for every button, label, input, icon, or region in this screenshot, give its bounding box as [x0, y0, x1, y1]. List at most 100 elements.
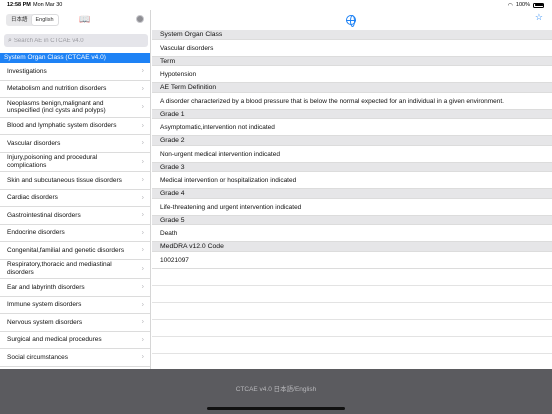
list-item[interactable]: Cardiac disorders ›: [0, 190, 150, 207]
chevron-right-icon: ›: [141, 103, 144, 111]
list-item[interactable]: Vascular disorders ›: [0, 135, 150, 153]
star-icon[interactable]: ☆: [535, 13, 543, 22]
detail-value-grade-2: Non-urgent medical intervention indicate…: [152, 145, 552, 163]
battery-icon: [533, 2, 544, 8]
status-right: ◠ 100%: [508, 2, 544, 9]
detail-value-grade-1: Asymptomatic,intervention not indicated: [152, 119, 552, 136]
section-header: System Organ Class (CTCAE v4.0): [0, 53, 150, 63]
search-bar[interactable]: ⌕: [4, 34, 148, 47]
search-input[interactable]: [13, 37, 139, 44]
detail-label-grade-3: Grade 3: [152, 162, 552, 172]
detail-label-grade-2: Grade 2: [152, 136, 552, 146]
chevron-right-icon: ›: [141, 211, 144, 219]
detail-label-meddra-code: MedDRA v12.0 Code: [152, 242, 552, 252]
list-item-label: Immune system disorders: [7, 301, 82, 308]
list-item[interactable]: Congenital,familial and genetic disorder…: [0, 242, 150, 260]
status-time: 12:58 PM: [7, 2, 31, 8]
list-item[interactable]: Skin and subcutaneous tissue disorders ›: [0, 172, 150, 190]
chevron-right-icon: ›: [141, 85, 144, 92]
detail-value-definition: A disorder characterized by a blood pres…: [152, 92, 552, 110]
home-indicator[interactable]: [207, 407, 345, 410]
detail-label-definition: AE Term Definition: [152, 83, 552, 93]
battery-percent: 100%: [515, 2, 530, 8]
list-item-label: Surgical and medical procedures: [7, 336, 102, 343]
list-item-label: Skin and subcutaneous tissue disorders: [7, 176, 122, 184]
detail-label-term: Term: [152, 56, 552, 66]
list-item-label: Social circumstances: [7, 353, 69, 361]
list-item[interactable]: Blood and lymphatic system disorders ›: [0, 118, 150, 135]
detail-table: System Organ Class Vascular disorders Te…: [152, 30, 552, 354]
chevron-right-icon: ›: [141, 301, 144, 308]
detail-value-term: Hypotension: [152, 66, 552, 83]
wifi-icon: ◠: [507, 2, 513, 9]
globe-icon[interactable]: [346, 15, 356, 27]
list-item[interactable]: Nervous system disorders ›: [0, 314, 150, 332]
chevron-right-icon: ›: [141, 176, 144, 184]
list-item-label: Vascular disorders: [7, 139, 61, 147]
list-item[interactable]: Surgical and medical procedures ›: [0, 332, 150, 349]
chevron-right-icon: ›: [141, 229, 144, 236]
list-item-label: Respiratory,thoracic and mediastinal dis…: [7, 261, 112, 276]
sidebar: 日本語 English 📖 ⌕ System Organ Class (CTCA…: [0, 10, 151, 369]
list-item-label: Injury,poisoning and procedural complica…: [7, 154, 98, 169]
detail-value-grade-4: Life-threatening and urgent intervention…: [152, 198, 552, 216]
list-item-label: Ear and labyrinth disorders: [7, 283, 85, 291]
status-date: Mon Mar 30: [33, 2, 63, 8]
list-item[interactable]: Social circumstances ›: [0, 349, 150, 367]
empty-row: [152, 320, 552, 337]
empty-row: [152, 303, 552, 320]
list-item[interactable]: Investigations ›: [0, 63, 150, 81]
list-item-label: Neoplasms benign,malignant and unspecifi…: [7, 99, 106, 115]
footer-text: CTCAE v4.0 日本語/English: [235, 386, 317, 393]
list-item-label: Blood and lymphatic system disorders: [7, 122, 117, 129]
list-item[interactable]: Ear and labyrinth disorders ›: [0, 279, 150, 297]
chevron-right-icon: ›: [141, 122, 144, 129]
book-icon[interactable]: 📖: [79, 15, 90, 24]
list-item[interactable]: Injury,poisoning and procedural complica…: [0, 153, 150, 172]
organ-class-list: Investigations › Metabolism and nutrition…: [0, 63, 150, 367]
detail-label-grade-5: Grade 5: [152, 215, 552, 225]
chevron-right-icon: ›: [141, 139, 144, 147]
empty-row: [152, 337, 552, 354]
empty-row: [152, 286, 552, 303]
chevron-right-icon: ›: [141, 283, 144, 291]
language-english-button[interactable]: English: [31, 15, 58, 25]
list-item-label: Metabolism and nutrition disorders: [7, 85, 107, 92]
list-item[interactable]: Gastrointestinal disorders ›: [0, 207, 150, 225]
empty-row: [152, 269, 552, 286]
list-item[interactable]: Endocrine disorders ›: [0, 225, 150, 242]
detail-label-system-organ-class: System Organ Class: [152, 30, 552, 40]
detail-value-grade-5: Death: [152, 225, 552, 242]
language-japanese-button[interactable]: 日本語: [7, 15, 32, 25]
language-segmented-control: 日本語 English: [6, 14, 59, 26]
chevron-right-icon: ›: [141, 246, 144, 254]
chevron-right-icon: ›: [141, 158, 144, 165]
detail-label-grade-1: Grade 1: [152, 109, 552, 119]
sidebar-toolbar: 日本語 English 📖: [0, 10, 150, 32]
detail-toolbar: ☆: [152, 10, 552, 30]
chevron-right-icon: ›: [141, 67, 144, 75]
chevron-right-icon: ›: [141, 265, 144, 272]
status-bar: 12:58 PM Mon Mar 30 ◠ 100%: [0, 0, 552, 10]
chevron-right-icon: ›: [141, 318, 144, 326]
chevron-right-icon: ›: [141, 336, 144, 343]
list-item[interactable]: Immune system disorders ›: [0, 297, 150, 314]
list-item[interactable]: Respiratory,thoracic and mediastinal dis…: [0, 260, 150, 279]
list-item-label: Congenital,familial and genetic disorder…: [7, 246, 125, 254]
detail-value-grade-3: Medical intervention or hospitalization …: [152, 172, 552, 189]
footer-bar: CTCAE v4.0 日本語/English: [0, 369, 552, 414]
detail-value-system-organ-class: Vascular disorders: [152, 39, 552, 57]
list-item[interactable]: Metabolism and nutrition disorders ›: [0, 81, 150, 98]
gear-icon[interactable]: [136, 15, 144, 23]
list-item[interactable]: Neoplasms benign,malignant and unspecifi…: [0, 98, 150, 118]
list-item-label: Investigations: [7, 67, 47, 75]
search-icon: ⌕: [8, 37, 12, 44]
list-item-label: Cardiac disorders: [7, 194, 58, 201]
detail-value-meddra-code: 10021097: [152, 251, 552, 269]
list-item-label: Endocrine disorders: [7, 229, 65, 236]
chevron-right-icon: ›: [141, 194, 144, 201]
detail-label-grade-4: Grade 4: [152, 189, 552, 199]
list-item-label: Nervous system disorders: [7, 318, 83, 326]
chevron-right-icon: ›: [141, 353, 144, 361]
list-item-label: Gastrointestinal disorders: [7, 211, 81, 219]
